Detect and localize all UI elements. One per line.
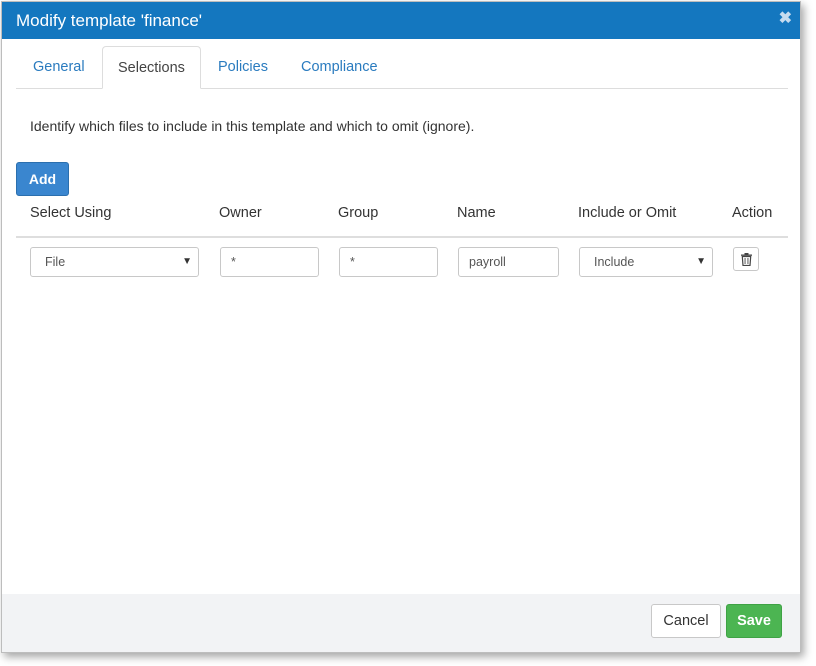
modify-template-dialog: Modify template 'finance' ✖ General Sele… (1, 1, 801, 653)
add-button[interactable]: Add (16, 162, 69, 196)
chevron-down-icon: ▼ (182, 256, 192, 267)
tab-selections[interactable]: Selections (102, 46, 201, 89)
select-using-dropdown[interactable]: File ▼ (30, 247, 199, 277)
owner-input[interactable]: * (220, 247, 319, 277)
close-icon[interactable]: ✖ (779, 10, 792, 28)
group-input[interactable]: * (339, 247, 438, 277)
column-header-action: Action (732, 205, 773, 221)
tab-policies[interactable]: Policies (203, 46, 283, 88)
tab-general[interactable]: General (18, 46, 100, 88)
save-button[interactable]: Save (726, 604, 782, 638)
tab-compliance[interactable]: Compliance (286, 46, 393, 88)
column-header-select-using: Select Using (30, 205, 112, 221)
chevron-down-icon: ▼ (696, 256, 706, 267)
dialog-title: Modify template 'finance' (16, 11, 203, 30)
cancel-button[interactable]: Cancel (651, 604, 721, 638)
column-header-owner: Owner (219, 205, 262, 221)
include-or-omit-dropdown[interactable]: Include ▼ (579, 247, 713, 277)
selections-description: Identify which files to include in this … (30, 118, 475, 134)
header-divider (16, 236, 788, 238)
dialog-footer: Cancel Save (2, 594, 800, 652)
column-header-include-or-omit: Include or Omit (578, 205, 677, 221)
delete-row-button[interactable] (733, 247, 759, 271)
column-header-group: Group (338, 205, 379, 221)
dialog-titlebar: Modify template 'finance' ✖ (2, 2, 800, 39)
trash-icon (741, 253, 752, 266)
name-input[interactable]: payroll (458, 247, 559, 277)
tab-bar: General Selections Policies Compliance (16, 46, 788, 89)
include-or-omit-value: Include (594, 255, 635, 269)
select-using-value: File (45, 255, 66, 269)
column-header-name: Name (457, 205, 496, 221)
